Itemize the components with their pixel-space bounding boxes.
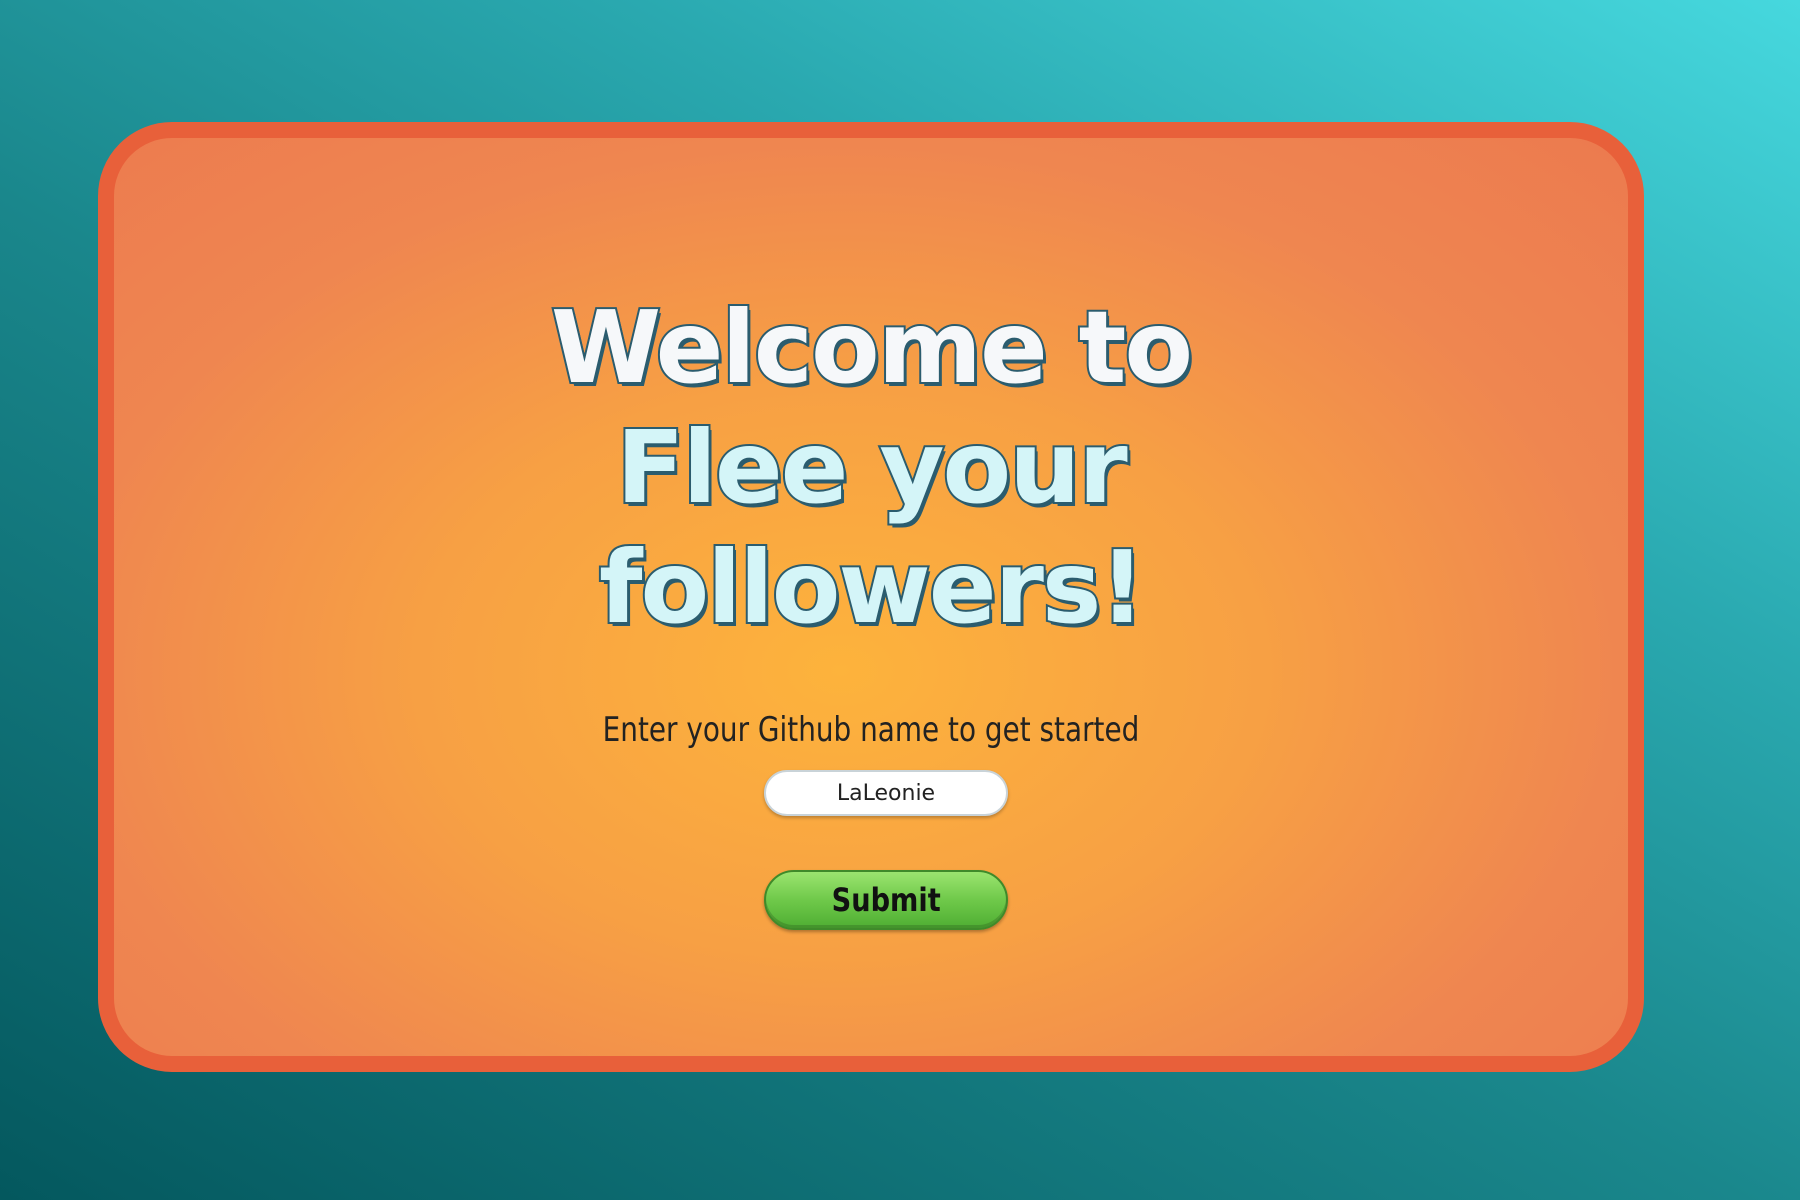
welcome-card: Welcome to Flee your followers! Enter yo… [98,122,1644,1072]
prompt-text: Enter your Github name to get started [602,710,1140,750]
title-line-2: Flee your [614,407,1129,528]
page-title: Welcome to Flee your followers! [114,287,1628,648]
title-line-3: followers! [597,527,1147,648]
title-line-1: Welcome to [549,287,1195,408]
submit-button-label: Submit [831,881,941,919]
submit-button[interactable]: Submit [764,870,1008,930]
page-background: { "header": { "title_lines": ["Welcome t… [0,0,1800,1200]
github-username-input[interactable] [764,770,1008,816]
